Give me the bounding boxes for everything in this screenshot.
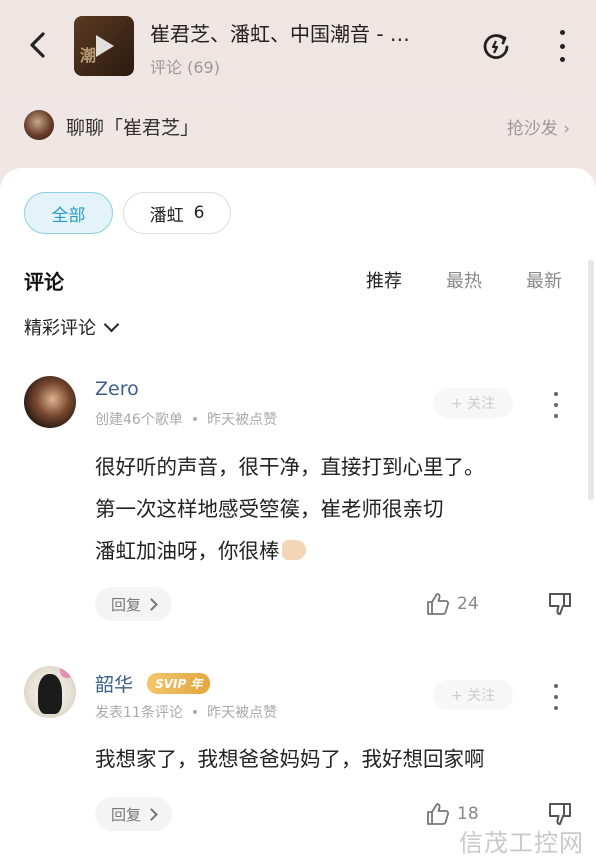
thumbs-up-icon [427,593,450,615]
follow-button[interactable]: + 关注 [433,680,513,710]
follow-button[interactable]: + 关注 [433,388,513,418]
more-options-icon[interactable] [552,30,572,62]
play-icon [96,35,114,57]
like-count: 18 [457,804,479,824]
sort-hottest[interactable]: 最热 [446,267,482,293]
refresh-icon[interactable] [478,28,514,64]
sofa-link[interactable]: 抢沙发 › [507,114,570,139]
like-count: 24 [457,594,479,614]
username[interactable]: 韶华 SVIP 年 [95,670,211,697]
svip-badge: SVIP 年 [147,673,211,694]
username[interactable]: Zero [95,378,139,400]
filter-chip-person[interactable]: 潘虹 6 [123,192,231,234]
thumbs-up-emoji-icon [281,540,306,560]
song-title: 崔君芝、潘虹、中国潮音 - … [150,22,410,46]
album-cover[interactable]: 潮 [74,16,134,76]
comment-text-line-with-emoji: 潘虹加油呀，你很棒 [95,530,306,572]
avatar[interactable] [24,666,76,718]
thumbs-up-icon [427,803,450,825]
comment-text-line: 很好听的声音，很干净，直接打到心里了。 [95,455,485,479]
meta-playlists: 创建46个歌单 [95,412,183,428]
reply-button[interactable]: 回复 [95,797,172,831]
meta-liked: 昨天被点赞 [207,705,278,721]
dislike-icon[interactable] [546,590,574,618]
chat-label: 聊聊「崔君芝」 [66,117,200,139]
filter-chip-all[interactable]: 全部 [24,192,113,234]
chevron-right-icon [145,807,158,821]
comment-meta: 发表11条评论 • 昨天被点赞 [95,705,278,721]
featured-filter-dropdown[interactable]: 精彩评论 [24,314,120,340]
chat-bar[interactable]: 聊聊「崔君芝」 抢沙发 › [0,100,596,154]
back-icon[interactable] [20,28,54,62]
avatar[interactable] [24,376,76,428]
filter-chip-person-label: 潘虹 [149,205,184,226]
comment-count: 评论 (69) [150,58,220,77]
reply-label: 回复 [110,805,141,824]
chevron-down-icon [103,316,120,332]
section-title: 评论 [24,270,64,294]
watermark: 信茂工控网 [459,829,584,857]
cover-art: 潮 [80,46,97,65]
comment-more-icon[interactable] [552,684,560,710]
comment-text-line: 我想家了，我想爸爸妈妈了，我好想回家啊 [95,747,485,771]
like-button[interactable]: 24 [425,589,495,619]
artist-avatar [24,110,54,140]
comment-more-icon[interactable] [552,392,560,418]
filter-chip-person-count: 6 [193,203,205,223]
scrollbar[interactable] [588,260,594,500]
comment-meta: 创建46个歌单 • 昨天被点赞 [95,412,278,428]
reply-button[interactable]: 回复 [95,587,172,621]
comments-sheet: 全部 潘虹 6 评论 推荐 最热 最新 精彩评论 Zero 创建46个歌单 • 昨天… [0,168,596,862]
sort-recommended[interactable]: 推荐 [366,267,402,293]
comment-text: 潘虹加油呀，你很棒 [95,539,280,563]
chevron-right-icon [145,597,158,611]
sort-newest[interactable]: 最新 [526,267,562,293]
featured-filter-label: 精彩评论 [24,318,96,339]
top-bar: 潮 崔君芝、潘虹、中国潮音 - … 评论 (69) [0,0,596,96]
comment-text-line: 第一次这样地感受箜篌，崔老师很亲切 [95,497,444,521]
username-text: 韶华 [95,674,134,696]
meta-liked: 昨天被点赞 [207,412,278,428]
reply-label: 回复 [110,595,141,614]
meta-comments: 发表11条评论 [95,705,183,721]
